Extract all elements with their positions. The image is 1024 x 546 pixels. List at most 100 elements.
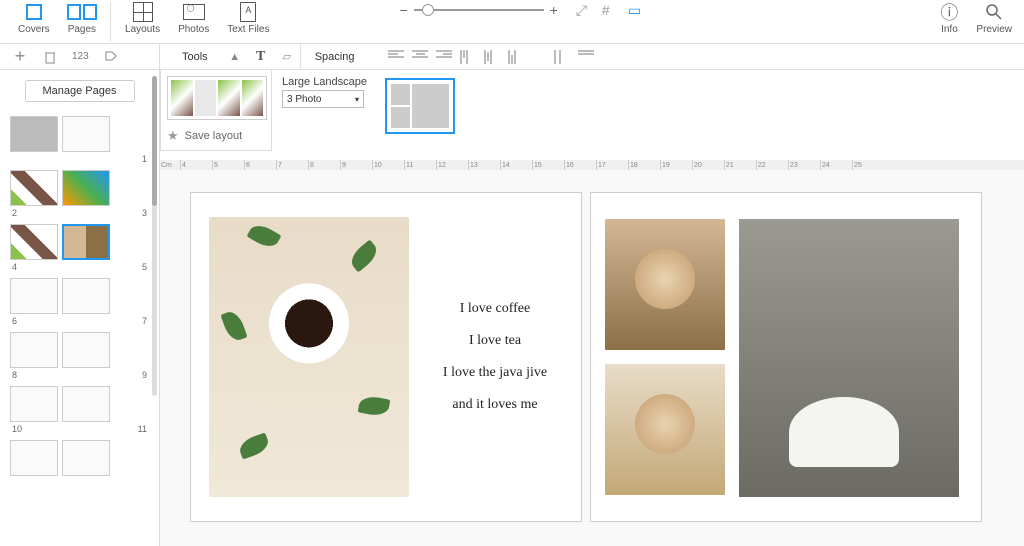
photos-label: Photos [178, 24, 209, 35]
manage-pages-button[interactable]: Manage Pages [25, 80, 135, 102]
covers-tab[interactable]: Covers [18, 2, 50, 35]
info-button[interactable]: ⓘ Info [936, 2, 962, 35]
layout-dropdown-group: Large Landscape 3 Photo ▾ [282, 76, 367, 108]
layout-size-label: Large Landscape [282, 76, 367, 88]
page-thumb[interactable] [10, 278, 58, 314]
page-num: 2 [12, 208, 17, 218]
left-page[interactable]: I love coffee I love tea I love the java… [190, 192, 582, 522]
text-tool-icon[interactable]: T [248, 48, 274, 66]
star-icon: ★ [167, 128, 179, 144]
layout-option-selected[interactable] [385, 78, 455, 134]
photo-large[interactable] [739, 219, 959, 497]
page-thumb[interactable] [62, 170, 110, 206]
layouts-icon [130, 2, 156, 22]
main-photo[interactable] [209, 217, 409, 497]
page-thumb[interactable] [10, 224, 58, 260]
page-num: 4 [12, 262, 17, 272]
tab-group-panels: Layouts Photos Text Files [115, 2, 279, 35]
page-thumb[interactable] [62, 440, 110, 476]
top-toolbar: Covers Pages Layouts Photos Text Files −… [0, 0, 1024, 44]
preview-button[interactable]: Preview [976, 2, 1012, 35]
align-right-icon[interactable] [436, 50, 452, 64]
chevron-down-icon: ▾ [355, 95, 359, 104]
layout-dropdown-value: 3 Photo [287, 94, 321, 105]
align-top-icon[interactable] [460, 50, 476, 64]
page-thumb[interactable] [62, 116, 110, 152]
pages-icon [69, 2, 95, 22]
scrollbar-thumb[interactable] [152, 76, 157, 206]
pages-tab[interactable]: Pages [68, 2, 96, 35]
page-spread: I love coffee I love tea I love the java… [190, 192, 982, 522]
layout-preview-panel: ★ Save layout [160, 70, 272, 151]
page-thumb[interactable] [10, 440, 58, 476]
page-thumb[interactable] [10, 170, 58, 206]
layout-thumbnail[interactable] [167, 76, 267, 120]
layout-selector: Large Landscape 3 Photo ▾ [282, 76, 455, 134]
snap-icon[interactable]: ⤢ [576, 2, 592, 18]
page-num: 5 [142, 262, 147, 272]
textfiles-tab[interactable]: Text Files [227, 2, 269, 35]
photos-icon [181, 2, 207, 22]
align-left-icon[interactable] [388, 50, 404, 64]
add-page-button[interactable]: + [12, 49, 28, 65]
photo-column [605, 219, 725, 495]
zoom-handle[interactable] [422, 4, 434, 16]
zoom-in-button[interactable]: + [550, 2, 558, 18]
save-layout-button[interactable]: ★ Save layout [167, 128, 265, 144]
textfiles-label: Text Files [227, 24, 269, 35]
photo-small-top[interactable] [605, 219, 725, 350]
page-num: 11 [138, 424, 147, 434]
page-num: 1 [142, 154, 147, 164]
text-block[interactable]: I love coffee I love tea I love the java… [427, 301, 563, 413]
tools-label: Tools [168, 51, 222, 63]
grid-icon[interactable]: # [602, 2, 618, 18]
page-num: 9 [142, 370, 147, 380]
save-layout-label: Save layout [185, 130, 242, 142]
delete-page-button[interactable] [42, 49, 58, 65]
sidebar-scrollbar[interactable] [152, 76, 157, 396]
align-center-icon[interactable] [412, 50, 428, 64]
image-tool-icon[interactable]: ▲ [222, 48, 248, 66]
top-right-group: ⓘ Info Preview [936, 2, 1016, 35]
canvas[interactable]: I love coffee I love tea I love the java… [160, 170, 1024, 546]
zoom-slider[interactable] [414, 9, 544, 11]
distribute-v-icon[interactable] [578, 50, 594, 64]
photo-small-bottom[interactable] [605, 364, 725, 495]
page-num: 10 [12, 424, 22, 434]
preview-label: Preview [976, 24, 1012, 35]
align-bottom-icon[interactable] [508, 50, 524, 64]
page-thumb[interactable] [62, 332, 110, 368]
ruler-icon[interactable]: ▭ [628, 2, 644, 18]
info-icon: ⓘ [936, 2, 962, 22]
tab-group-left: Covers Pages [8, 2, 106, 35]
align-group [388, 50, 524, 64]
page-thumb-selected[interactable] [62, 224, 110, 260]
layout-dropdown[interactable]: 3 Photo ▾ [282, 90, 364, 108]
align-middle-icon[interactable] [484, 50, 500, 64]
distribute-group [554, 50, 594, 64]
page-num: 6 [12, 316, 17, 326]
layouts-tab[interactable]: Layouts [125, 2, 160, 35]
tag-icon[interactable] [103, 49, 119, 65]
textfiles-icon [235, 2, 261, 22]
zoom-out-button[interactable]: − [399, 2, 407, 18]
distribute-h-icon[interactable] [554, 50, 570, 64]
info-label: Info [941, 24, 958, 35]
separator [110, 2, 111, 42]
page-count: 123 [72, 49, 89, 65]
shape-tool-icon[interactable]: ▱ [274, 48, 300, 66]
page-thumb[interactable] [62, 386, 110, 422]
page-num: 3 [142, 208, 147, 218]
page-thumb[interactable] [10, 332, 58, 368]
page-thumb[interactable] [62, 278, 110, 314]
covers-icon [21, 2, 47, 22]
page-num: 8 [12, 370, 17, 380]
text-line: I love tea [469, 333, 521, 349]
page-thumbnails: 1 2 3 4 5 6 7 8 9 10 11 [0, 112, 159, 546]
photos-tab[interactable]: Photos [178, 2, 209, 35]
page-thumb[interactable] [10, 116, 58, 152]
page-num: 7 [142, 316, 147, 326]
zoom-control: − + ⤢ # ▭ [399, 2, 643, 18]
page-thumb[interactable] [10, 386, 58, 422]
right-page[interactable] [590, 192, 982, 522]
